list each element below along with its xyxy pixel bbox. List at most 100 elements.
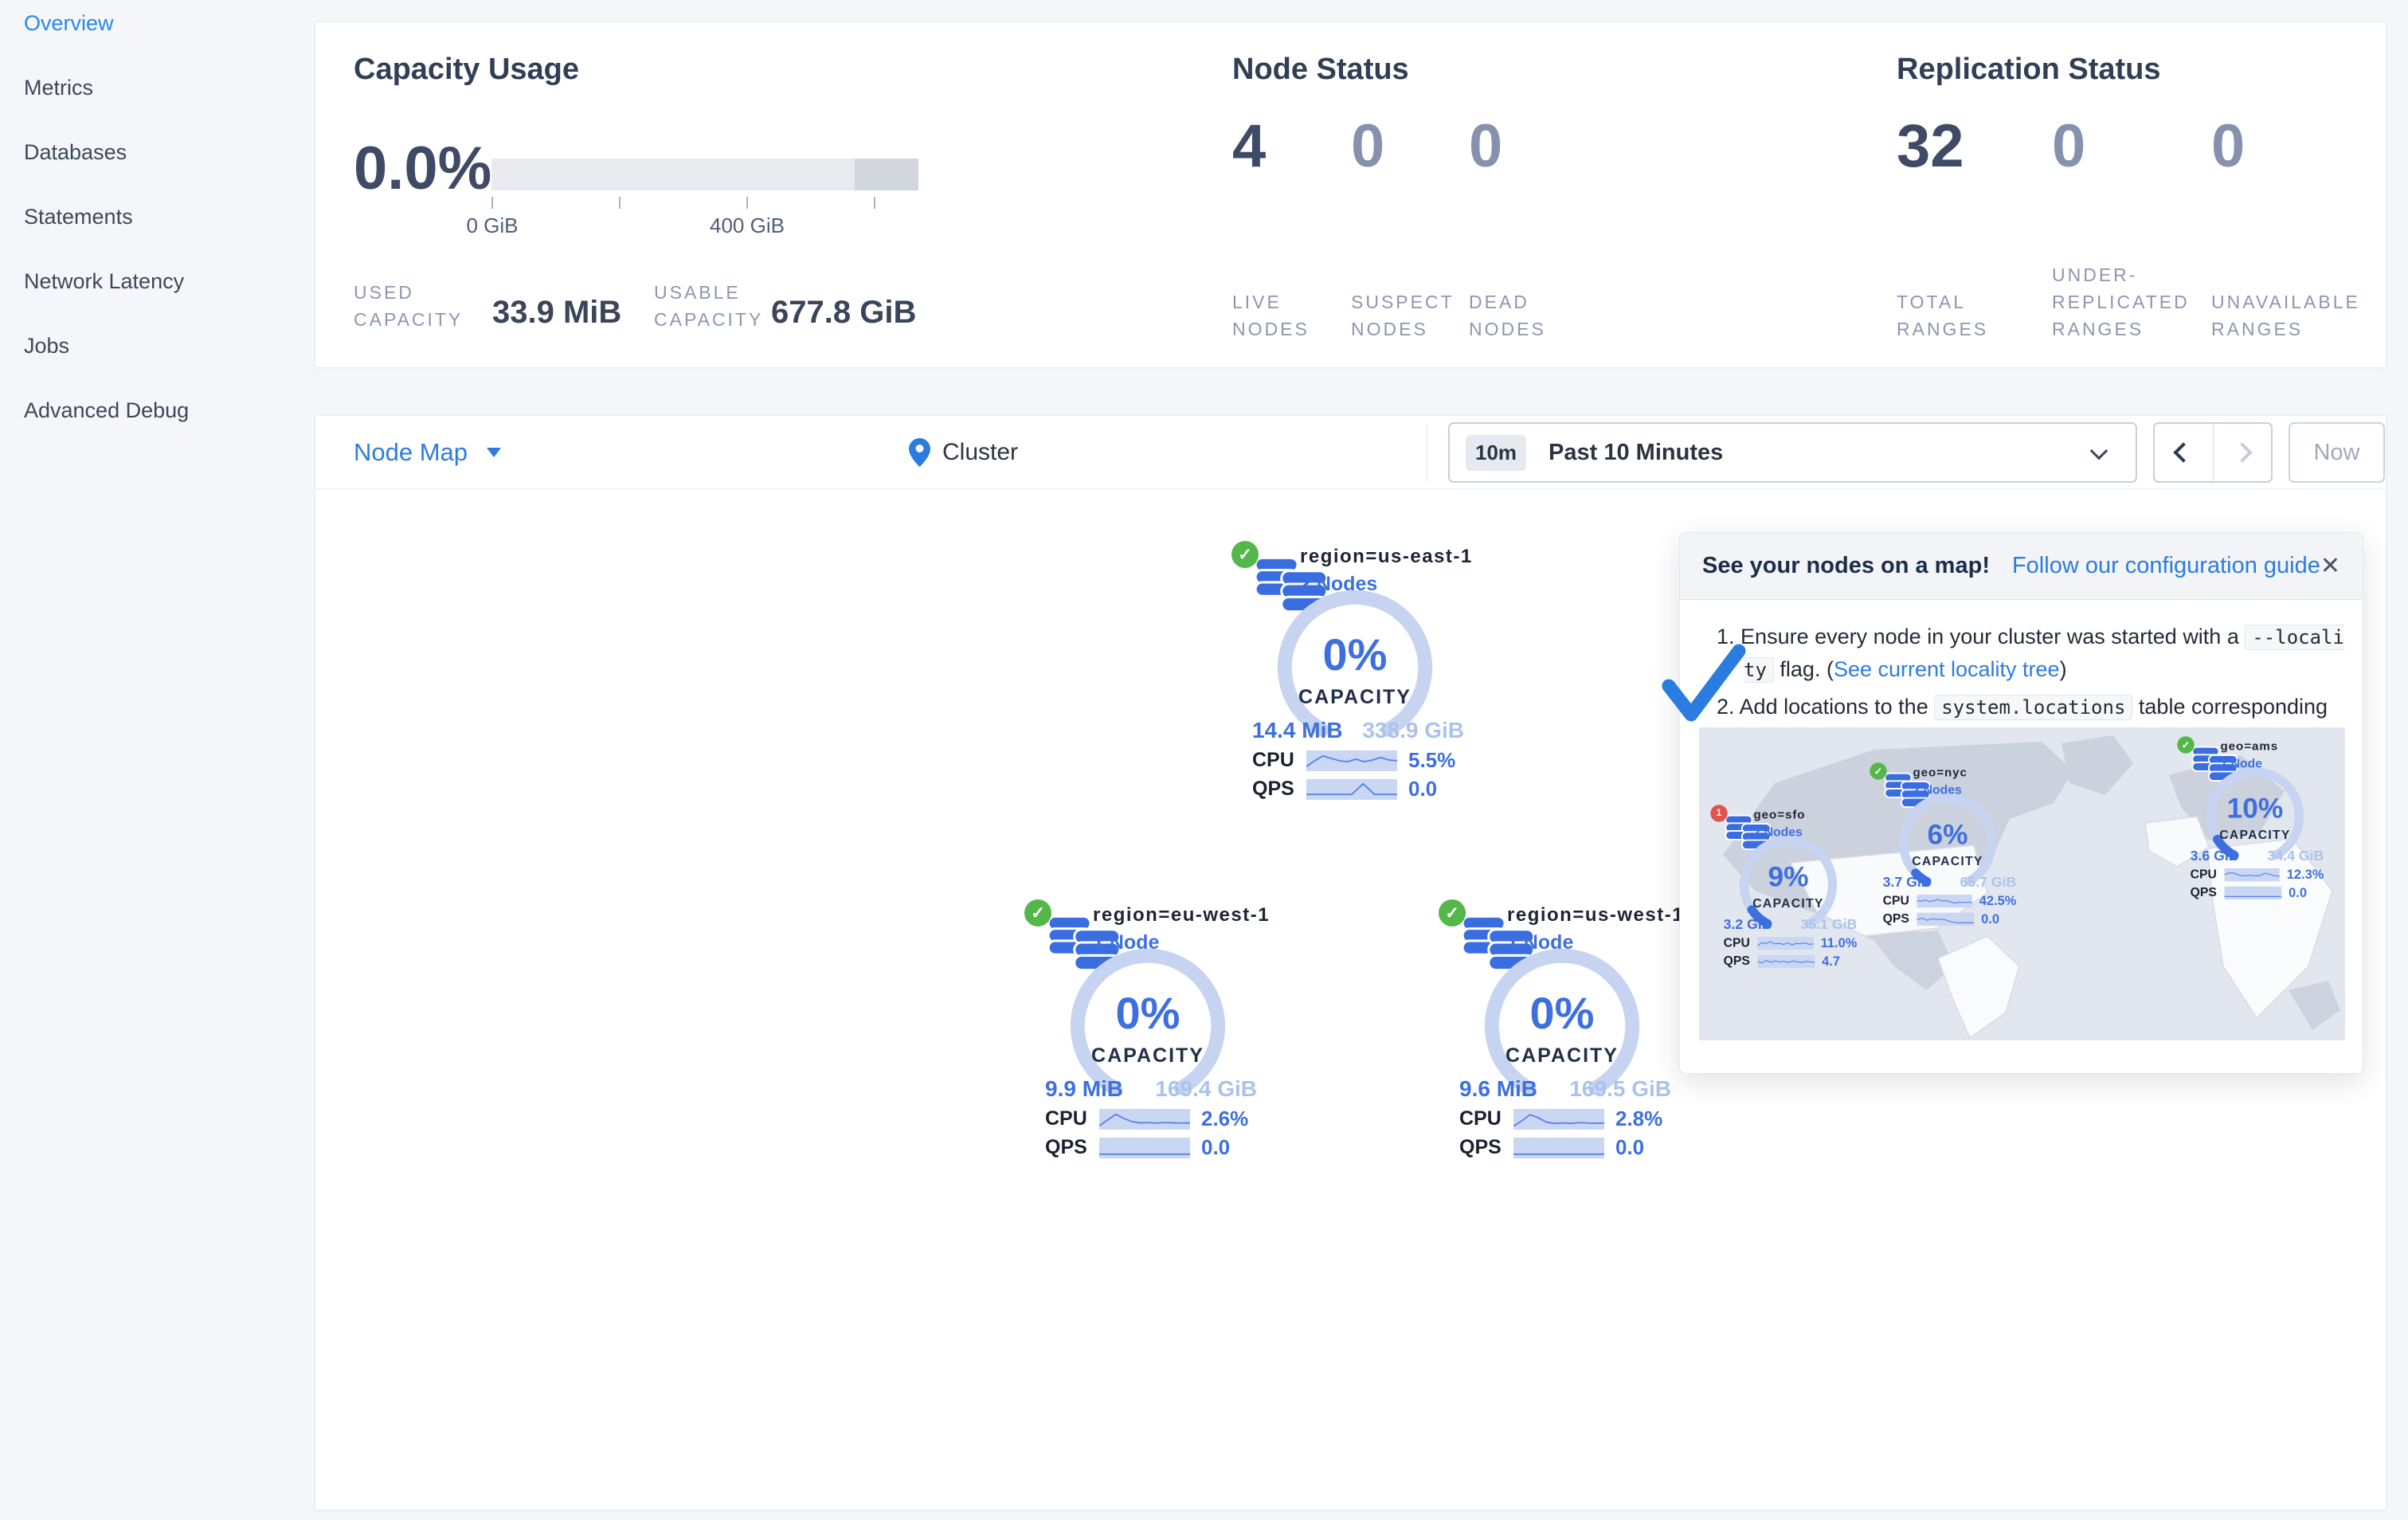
dead-nodes-count: 0 [1469,112,1503,180]
cpu-label: CPU [1459,1107,1502,1130]
check-icon: ✓ [1031,903,1045,923]
capacity-axis-label-0: 0 GiB [466,214,519,237]
qps-value: 0.0 [1981,911,1999,926]
region-healthy-badge: ✓ [1024,899,1051,926]
region-healthy-badge: ✓ [1439,899,1466,926]
capacity-gauge-percent: 0% [1115,988,1181,1038]
qps-label: QPS [1723,954,1750,969]
sidebar-item-databases[interactable]: Databases [0,120,315,185]
check-icon: ✓ [1238,545,1252,564]
capacity-gauge-caption: CAPACITY [1091,1044,1204,1067]
cpu-value: 5.5% [1408,748,1456,772]
qps-label: QPS [1459,1136,1502,1158]
warning-count: 1 [1716,808,1722,819]
region-healthy-badge: ✓ [1870,762,1887,780]
cpu-label: CPU [1723,935,1750,950]
example-node-map: 1 geo=sfo 2 Nodes 9% CAPACITY 3.2 GiB 35… [1699,727,2345,1040]
chevron-left-icon [2173,442,2194,463]
map-region-card-geo-ams: ✓ geo=ams 1 Node 10% CAPACITY 3.6 GiB 34… [2172,735,2328,911]
sidebar-item-advanced-debug[interactable]: Advanced Debug [0,378,315,443]
region-name: region=us-east-1 [1300,546,1473,567]
usable-capacity-label: USABLE CAPACITY [654,282,764,330]
view-mode-label: Node Map [354,438,468,466]
capacity-axis-tick [874,197,875,209]
qps-value: 0.0 [1615,1135,1645,1159]
cpu-sparkline [1757,936,1814,950]
qps-label: QPS [2190,885,2217,900]
step-text: ) [2059,657,2067,681]
configuration-guide-link[interactable]: Follow our configuration guide [2012,553,2320,579]
unavailable-ranges-count: 0 [2211,112,2246,180]
region-used-capacity: 9.9 MiB [1045,1076,1124,1101]
popup-header: See your nodes on a map! Follow our conf… [1680,533,2363,600]
capacity-axis-tick [619,197,621,209]
node-map-config-popup: See your nodes on a map! Follow our conf… [1662,532,2363,1074]
qps-sparkline [1917,912,1975,926]
time-range-selector[interactable]: 10m Past 10 Minutes [1448,422,2137,483]
time-range-next-button[interactable] [2212,424,2272,481]
qps-value: 4.7 [1822,953,1840,969]
view-mode-dropdown[interactable]: Node Map [354,416,502,489]
region-used-capacity: 9.6 MiB [1459,1076,1538,1101]
dead-nodes-label: DEAD NODES [1469,292,1546,339]
sidebar-item-metrics[interactable]: Metrics [0,56,315,120]
live-nodes-label: LIVE NODES [1232,292,1310,339]
region-used-capacity: 14.4 MiB [1252,718,1343,742]
cpu-value: 2.6% [1201,1107,1249,1130]
qps-label: QPS [1045,1136,1087,1158]
capacity-axis-label-400: 400 GiB [710,214,785,237]
region-total-capacity: 169.5 GiB [1569,1076,1671,1101]
capacity-axis-tick [491,197,493,209]
used-capacity-label: USED CAPACITY [354,282,464,330]
system-locations-code: system.locations [1934,695,2133,720]
region-card-us-east-1: ✓ region=us-east-1 2 Nodes 0% CAPACITY 1… [1224,539,1473,818]
chevron-down-icon [2089,441,2108,460]
close-icon[interactable]: ✕ [2320,552,2340,580]
time-range-prev-button[interactable] [2155,424,2213,481]
qps-value: 0.0 [1408,777,1438,801]
now-button[interactable]: Now [2289,422,2385,483]
capacity-usage-bar-used-segment [855,159,918,190]
capacity-usage-percent: 0.0% [354,135,492,202]
total-ranges-label: TOTAL RANGES [1897,292,1989,339]
sidebar-item-network-latency[interactable]: Network Latency [0,249,315,314]
capacity-gauge-percent: 6% [1927,818,1968,850]
under-replicated-ranges-label: UNDER- REPLICATED RANGES [2052,264,2190,339]
suspect-nodes-label: SUSPECT NODES [1351,292,1455,339]
completed-check-icon [1662,644,1746,722]
sidebar-item-jobs[interactable]: Jobs [0,314,315,378]
capacity-gauge-percent: 0% [1529,988,1595,1038]
region-name: geo=ams [2220,739,2279,754]
locality-tree-link[interactable]: See current locality tree [1834,657,2060,681]
capacity-gauge-caption: CAPACITY [1505,1044,1619,1067]
cpu-label: CPU [2190,867,2217,882]
step-text: Add locations to the [1739,695,1935,719]
region-used-capacity: 3.7 GiB [1882,874,1932,890]
location-pin-icon [909,438,930,467]
qps-label: QPS [1882,911,1909,926]
capacity-gauge-percent: 0% [1322,629,1388,680]
cpu-value: 11.0% [1820,935,1858,950]
region-total-capacity: 169.4 GiB [1155,1076,1257,1101]
live-nodes-count: 4 [1232,112,1267,180]
node-status-title: Node Status [1232,53,1409,86]
sidebar-item-overview[interactable]: Overview [0,0,315,56]
region-used-capacity: 3.6 GiB [2190,848,2239,864]
time-range-label: Past 10 Minutes [1549,439,1724,465]
qps-value: 0.0 [1201,1135,1231,1159]
cpu-sparkline [1306,750,1397,771]
region-card-eu-west-1: ✓ region=eu-west-1 1 Node 0% CAPACITY 9.… [1016,898,1269,1177]
capacity-gauge-percent: 10% [2226,792,2284,824]
db-console-overview-page: Overview Metrics Databases Statements Ne… [0,0,2408,1520]
sidebar: Overview Metrics Databases Statements Ne… [0,0,315,1520]
region-healthy-badge: ✓ [2177,736,2195,754]
used-capacity-value: 33.9 MiB [492,295,622,330]
sidebar-item-statements[interactable]: Statements [0,185,315,249]
region-total-capacity: 34.4 GiB [2267,848,2324,864]
region-used-capacity: 3.2 GiB [1723,916,1772,932]
capacity-gauge-caption: CAPACITY [1912,853,1983,868]
time-range-pager [2153,422,2273,483]
region-total-capacity: 65.7 GiB [1960,874,2017,890]
qps-sparkline [1306,778,1397,800]
cluster-summary-panel: Capacity Usage 0.0% 0 GiB 400 GiB USED C… [315,22,2386,368]
